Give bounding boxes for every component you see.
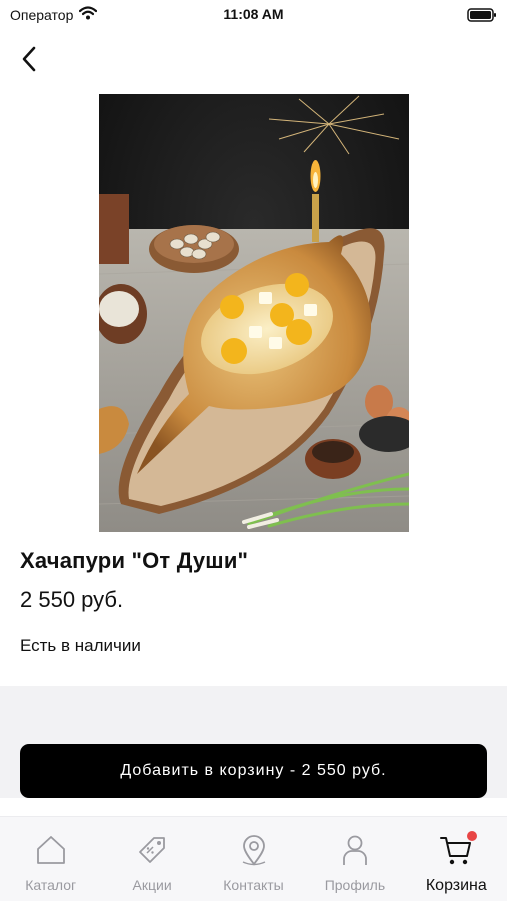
cart-icon (439, 831, 478, 867)
tag-icon (135, 833, 169, 867)
battery-icon (467, 8, 497, 25)
status-time: 11:08 AM (223, 6, 284, 22)
status-bar: Оператор 11:08 AM (0, 0, 507, 30)
user-icon (338, 833, 372, 867)
add-to-cart-label: Добавить в корзину - 2 550 руб. (120, 762, 387, 779)
cart-badge (467, 831, 478, 841)
product-image (99, 94, 409, 532)
product-title: Хачапури "От Души" (20, 548, 249, 573)
location-pin-icon (237, 833, 271, 867)
chevron-left-icon (22, 46, 36, 72)
tab-catalog[interactable]: Каталог (0, 817, 101, 901)
tab-label: Контакты (223, 877, 284, 893)
stock-status: Есть в наличии (20, 636, 141, 655)
tab-label: Профиль (324, 877, 386, 893)
tab-promotions[interactable]: Акции (101, 817, 202, 901)
tab-label: Акции (132, 877, 172, 893)
tab-cart[interactable]: Корзина (406, 817, 507, 901)
back-button[interactable] (14, 42, 44, 76)
tab-contacts[interactable]: Контакты (203, 817, 304, 901)
tab-bar: Каталог Акции Контакты Профиль Корзина (0, 816, 507, 901)
tab-label: Корзина (425, 877, 487, 894)
product-price: 2 550 руб. (20, 587, 124, 612)
tab-profile[interactable]: Профиль (304, 817, 405, 901)
tab-label: Каталог (25, 877, 77, 893)
add-to-cart-button[interactable]: Добавить в корзину - 2 550 руб. (20, 744, 487, 798)
home-icon (34, 833, 68, 867)
